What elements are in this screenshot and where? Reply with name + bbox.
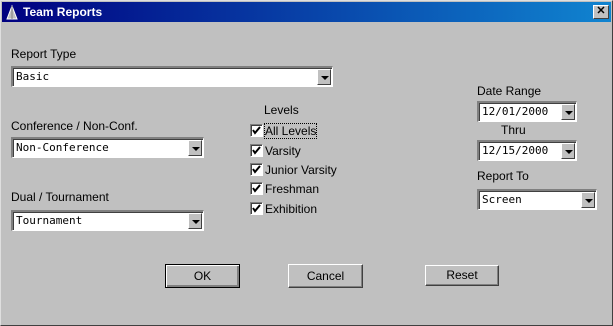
chevron-down-icon[interactable] (581, 192, 595, 208)
checkmark-icon (252, 165, 261, 174)
report-to-value: Screen (482, 193, 522, 206)
reset-button[interactable]: Reset (425, 265, 499, 286)
checkbox-label: Varsity (265, 144, 301, 158)
checkmark-icon (252, 184, 261, 193)
chevron-down-icon[interactable] (317, 69, 331, 85)
checkbox-label: Exhibition (265, 202, 318, 216)
close-icon: ✕ (596, 5, 606, 17)
checkbox-junior-varsity[interactable]: Junior Varsity (250, 162, 337, 178)
cancel-button[interactable]: Cancel (288, 264, 363, 288)
checkbox-exhibition[interactable]: Exhibition (250, 201, 330, 217)
report-type-label: Report Type (11, 47, 77, 61)
checkbox-label: Freshman (265, 182, 320, 196)
app-icon (6, 4, 18, 20)
window-title: Team Reports (23, 5, 103, 19)
checkbox-label: Junior Varsity (265, 163, 337, 177)
dual-tournament-label: Dual / Tournament (11, 190, 109, 204)
conference-value: Non-Conference (16, 141, 109, 154)
checkbox-box[interactable] (250, 163, 263, 176)
checkbox-box[interactable] (250, 124, 263, 137)
close-button[interactable]: ✕ (593, 5, 609, 19)
chevron-down-icon[interactable] (188, 140, 202, 156)
date-from-value: 12/01/2000 (482, 105, 549, 118)
dual-tournament-select[interactable]: Tournament (11, 210, 204, 231)
conference-label: Conference / Non-Conf. (11, 119, 138, 133)
thru-label: Thru (501, 123, 526, 137)
checkbox-varsity[interactable]: Varsity (250, 143, 330, 159)
checkbox-label: All Levels (263, 123, 318, 139)
levels-label: Levels (264, 103, 299, 117)
date-to-value: 12/15/2000 (482, 144, 549, 157)
checkmark-icon (252, 126, 261, 135)
checkbox-freshman[interactable]: Freshman (250, 181, 330, 197)
date-range-label: Date Range (477, 84, 542, 98)
date-from-picker[interactable]: 12/01/2000 (477, 101, 577, 122)
conference-select[interactable]: Non-Conference (11, 137, 204, 158)
report-type-select[interactable]: Basic (11, 66, 333, 87)
dual-tournament-value: Tournament (16, 214, 83, 227)
title-bar[interactable]: Team Reports ✕ (2, 2, 611, 22)
checkbox-box[interactable] (250, 144, 263, 157)
team-reports-window: Team Reports ✕ Report Type Basic Confere… (0, 0, 613, 326)
report-type-value: Basic (16, 70, 50, 83)
checkbox-all-levels[interactable]: All Levels (250, 123, 330, 139)
chevron-down-icon[interactable] (561, 104, 575, 120)
ok-button[interactable]: OK (165, 264, 240, 288)
checkbox-box[interactable] (250, 182, 263, 195)
report-to-label: Report To (477, 169, 529, 183)
report-to-select[interactable]: Screen (477, 189, 597, 210)
chevron-down-icon[interactable] (561, 143, 575, 159)
chevron-down-icon[interactable] (188, 213, 202, 229)
checkmark-icon (252, 204, 261, 213)
checkbox-box[interactable] (250, 202, 263, 215)
checkmark-icon (252, 146, 261, 155)
date-to-picker[interactable]: 12/15/2000 (477, 140, 577, 161)
